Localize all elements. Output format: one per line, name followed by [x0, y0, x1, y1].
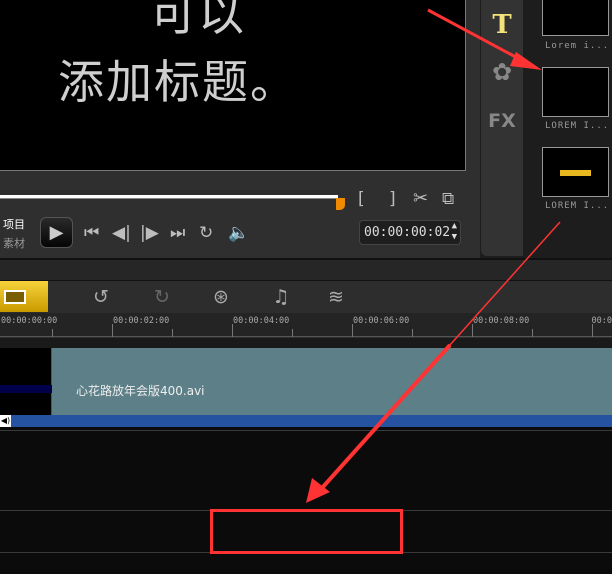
volume-icon[interactable]: 🔈 — [228, 223, 249, 243]
enlarge-icon[interactable]: ⧉ — [442, 189, 454, 209]
ruler-tick — [592, 324, 593, 337]
tab-title[interactable]: T — [481, 10, 523, 40]
title-label: LOREM I... — [545, 121, 610, 131]
repeat-icon[interactable]: ↻ — [199, 223, 213, 243]
ruler-label: 00:0 — [591, 316, 612, 326]
audio-speaker-icon[interactable]: ◀) — [0, 415, 11, 427]
scrubber-handle[interactable] — [336, 198, 345, 210]
ruler-gap — [0, 338, 612, 348]
mode-project[interactable]: 项目 — [3, 216, 25, 232]
prev-frame-icon[interactable]: ◀| — [112, 223, 131, 243]
title-thumbnail[interactable] — [542, 147, 609, 197]
preview-title-line1: 可以 — [150, 0, 246, 41]
track-divider — [0, 430, 612, 431]
ruler-tick — [112, 324, 113, 337]
storyboard-view-button[interactable] — [0, 281, 48, 312]
clip-name: 心花路放年会版400.avi — [76, 384, 205, 398]
scissors-icon[interactable]: ✂ — [413, 189, 428, 209]
go-end-icon[interactable]: ⏭ — [170, 223, 185, 243]
ruler-tick — [52, 329, 53, 337]
tab-fx[interactable]: FX — [481, 110, 523, 132]
ruler-tick — [412, 329, 413, 337]
go-start-icon[interactable]: ⏮ — [84, 223, 99, 243]
undo-icon[interactable]: ↺ — [88, 284, 114, 310]
mode-clip[interactable]: 素材 — [3, 235, 25, 251]
title-label: LOREM I... — [545, 201, 610, 211]
mark-out-button[interactable]: ] — [389, 189, 396, 209]
divider — [0, 258, 612, 280]
mark-in-button[interactable]: [ — [358, 189, 365, 209]
ruler-tick — [292, 329, 293, 337]
title-thumbnail[interactable] — [542, 67, 609, 117]
timecode-value: 00:00:00:02 — [364, 225, 451, 240]
title-thumbnail[interactable] — [542, 0, 609, 36]
preview-title-line2: 添加标题。 — [58, 55, 298, 109]
ruler-tick — [472, 324, 473, 337]
ruler-label: 00:00:06:00 — [353, 316, 410, 326]
ruler-tick — [172, 329, 173, 337]
ruler-tick — [232, 324, 233, 337]
annotation-highlight-box — [210, 509, 403, 554]
timecode-stepper[interactable]: ▲ ▼ — [452, 221, 457, 243]
sound-mixer-icon[interactable]: ♫ — [268, 284, 294, 310]
redo-icon[interactable]: ↻ — [149, 284, 175, 310]
record-capture-icon[interactable]: ⊛ — [208, 284, 234, 310]
title-label: Lorem i... — [545, 41, 610, 51]
clip-thumbnail[interactable] — [0, 348, 52, 415]
clip-audio-bar[interactable] — [0, 415, 612, 427]
ruler-tick — [352, 324, 353, 337]
play-button[interactable]: ▶ — [40, 217, 73, 248]
ruler-label: 00:00:02:00 — [113, 316, 170, 326]
ruler-tick — [532, 329, 533, 337]
ruler-label: 00:00:08:00 — [473, 316, 530, 326]
next-frame-icon[interactable]: |▶ — [140, 223, 159, 243]
auto-music-icon[interactable]: ≋ — [323, 284, 349, 310]
video-preview: 可以 添加标题。 — [0, 0, 466, 171]
ruler-label: 00:00:04:00 — [233, 316, 290, 326]
tab-graphics[interactable]: ✿ — [481, 58, 523, 86]
timecode-field[interactable]: 00:00:00:02 ▲ ▼ — [359, 220, 461, 245]
ruler-label: 00:00:00:00 — [1, 316, 58, 326]
scrubber-bar[interactable] — [0, 195, 339, 199]
